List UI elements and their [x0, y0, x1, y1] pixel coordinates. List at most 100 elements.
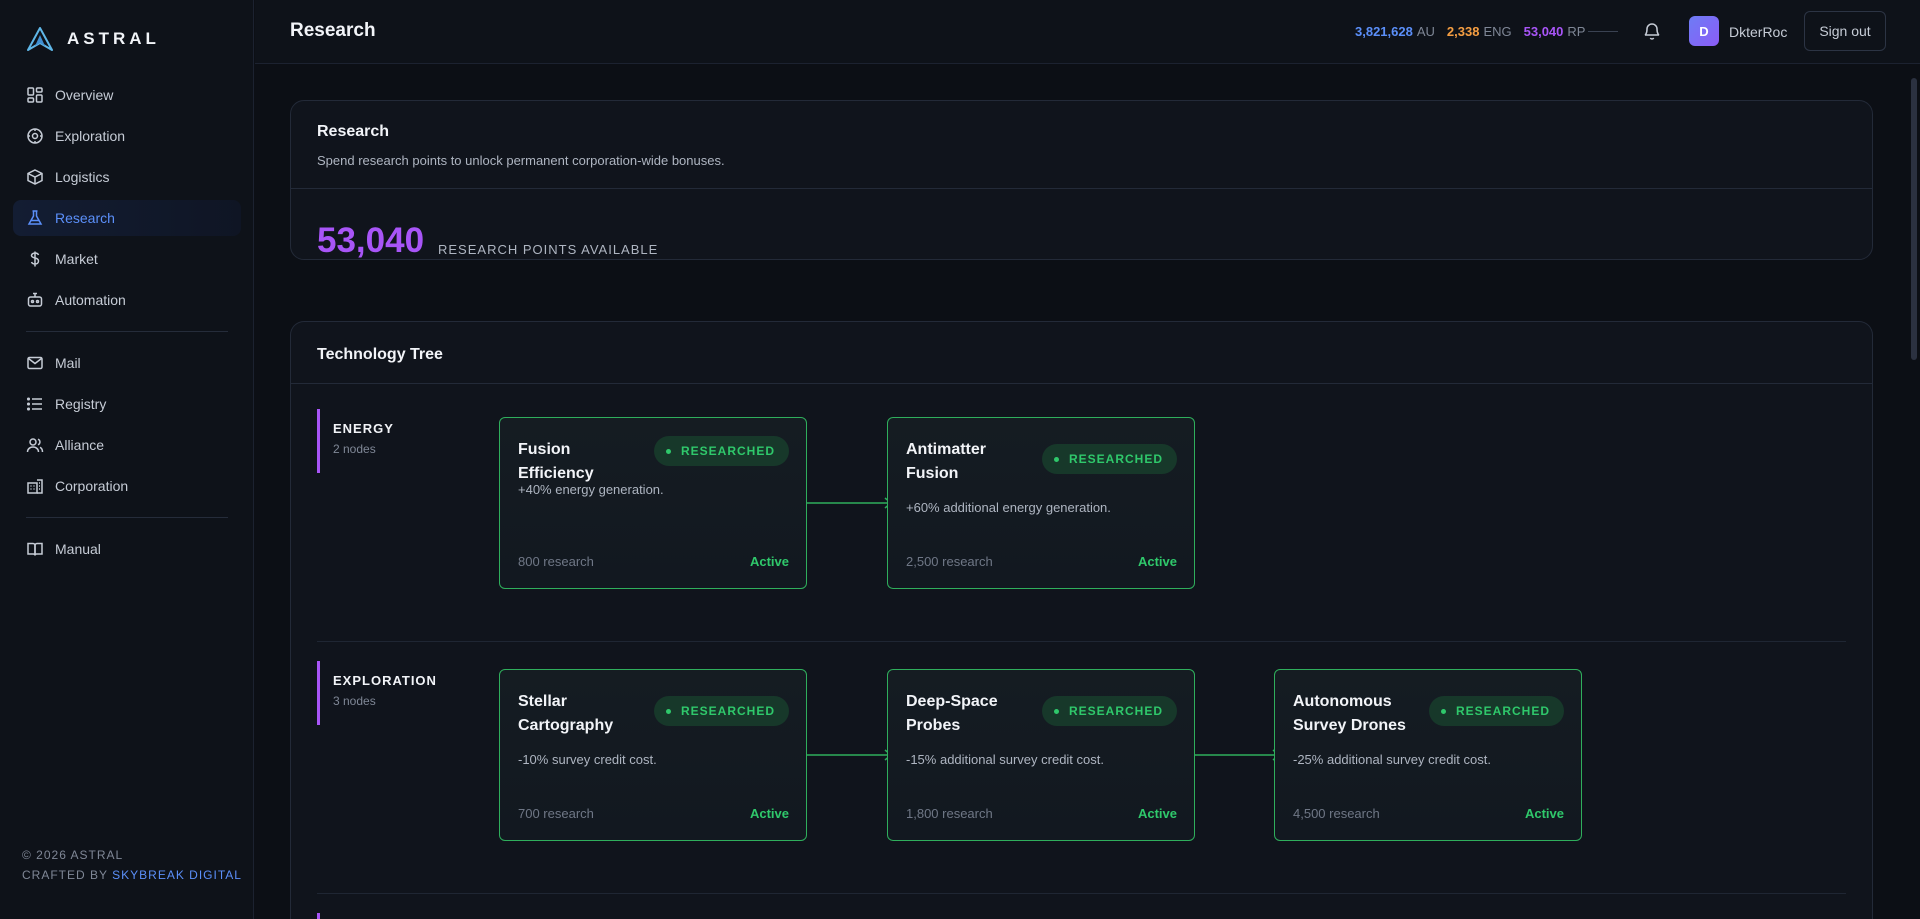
tech-node-status: Active [1137, 806, 1177, 821]
main-content: Research Spend research points to unlock… [255, 65, 1908, 919]
research-card-subtitle: Spend research points to unlock permanen… [317, 153, 725, 168]
resource-au-value: 3,821,628 [1355, 24, 1413, 39]
sidebar-item-research[interactable]: Research [13, 200, 241, 236]
tech-connector-arrow [1195, 749, 1281, 761]
resource-rp: 53,040 RP [1524, 24, 1586, 39]
branch-energy: ENERGY 2 nodes Fusion Efficiency RESEARC… [317, 409, 1848, 641]
dollar-icon [30, 251, 40, 267]
status-badge: RESEARCHED [1428, 696, 1564, 726]
tech-node-stellar-cartography[interactable]: Stellar Cartography RESEARCHED -10% surv… [499, 669, 807, 841]
sidebar-item-label: Corporation [55, 478, 129, 494]
header-divider [1588, 31, 1618, 32]
sidebar-item-label: Mail [55, 355, 81, 371]
avatar[interactable]: D [1689, 16, 1719, 46]
tech-node-description: -10% survey credit cost. [518, 752, 657, 767]
tech-node-fusion-efficiency[interactable]: Fusion Efficiency RESEARCHED +40% energy… [499, 417, 807, 589]
branch-accent-bar [317, 913, 320, 919]
sidebar-item-automation[interactable]: Automation [13, 282, 241, 318]
tech-node-cost: 1,800 research [906, 806, 993, 821]
tech-node-cost: 4,500 research [1293, 806, 1380, 821]
sidebar: ASTRAL Overview Exploration Logistics Re… [0, 0, 254, 919]
sidebar-item-manual[interactable]: Manual [13, 531, 241, 567]
resource-counters: 3,821,628 AU 2,338 ENG 53,040 RP [1355, 24, 1591, 39]
status-dot-icon [1440, 708, 1446, 714]
tech-node-description: +60% additional energy generation. [906, 500, 1111, 515]
sidebar-item-label: Exploration [55, 128, 126, 144]
branch-name: ENERGY [333, 421, 394, 436]
brand-name: ASTRAL [67, 29, 160, 48]
technology-tree-card: Technology Tree ENERGY 2 nodes Fusion Ef… [290, 321, 1873, 919]
tech-node-name: Autonomous Survey Drones [1293, 693, 1406, 734]
sidebar-divider [26, 517, 228, 518]
branch-exploration: EXPLORATION 3 nodes Stellar Cartography … [317, 661, 1848, 893]
tech-node-autonomous-survey-drones[interactable]: Autonomous Survey Drones RESEARCHED -25%… [1274, 669, 1582, 841]
list-icon [26, 397, 42, 411]
sidebar-item-corporation[interactable]: Corporation [13, 468, 241, 504]
status-dot-icon [665, 448, 671, 454]
sidebar-item-alliance[interactable]: Alliance [13, 427, 241, 463]
tech-node-description: -25% additional survey credit cost. [1293, 752, 1491, 767]
sidebar-item-label: Registry [55, 396, 107, 412]
tech-node-name: Stellar Cartography [518, 693, 614, 734]
sidebar-divider [26, 331, 228, 332]
top-bar: Research 3,821,628 AU 2,338 ENG 53,040 R… [255, 0, 1920, 64]
studio-link[interactable]: SKYBREAK DIGITAL [112, 868, 242, 882]
astral-logo-icon [27, 27, 53, 51]
research-points-label: RESEARCH POINTS AVAILABLE [438, 242, 659, 257]
status-badge: RESEARCHED [653, 436, 789, 466]
tech-node-cost: 2,500 research [906, 554, 993, 569]
sidebar-item-label: Overview [55, 87, 114, 103]
tech-node-cost: 700 research [518, 806, 594, 821]
status-badge-label: RESEARCHED [1068, 704, 1163, 718]
credits-prefix: CRAFTED BY [22, 868, 108, 882]
sidebar-item-logistics[interactable]: Logistics [13, 159, 241, 195]
sidebar-item-market[interactable]: Market [13, 241, 241, 277]
tech-node-name: Antimatter Fusion [906, 441, 987, 482]
username[interactable]: DkterRoc [1729, 24, 1787, 40]
branch-divider [317, 893, 1846, 894]
tech-node-description: +40% energy generation. [518, 482, 664, 497]
resource-au-unit: AU [1416, 24, 1435, 39]
tech-connector-arrow [807, 497, 893, 509]
tech-node-cost: 800 research [518, 554, 594, 569]
compass-icon [27, 128, 43, 144]
resource-rp-unit: RP [1567, 24, 1586, 39]
tech-connector-arrow [807, 749, 893, 761]
scrollbar[interactable] [1908, 65, 1920, 919]
status-dot-icon [665, 708, 671, 714]
card-divider [291, 383, 1872, 384]
sidebar-item-mail[interactable]: Mail [13, 345, 241, 381]
scrollbar-thumb[interactable] [1911, 78, 1917, 360]
sidebar-item-label: Logistics [55, 169, 110, 185]
status-dot-icon [1053, 456, 1059, 462]
page-title: Research [290, 20, 376, 41]
building-icon [27, 479, 43, 494]
tech-node-name: Deep-Space Probes [906, 693, 998, 734]
tech-node-deep-space-probes[interactable]: Deep-Space Probes RESEARCHED -15% additi… [887, 669, 1195, 841]
copyright-text: © 2026 ASTRAL [22, 848, 124, 862]
status-badge: RESEARCHED [1041, 696, 1177, 726]
sidebar-item-label: Manual [55, 541, 101, 557]
branch-header: ENERGY 2 nodes [317, 409, 437, 473]
sidebar-item-label: Automation [55, 292, 126, 308]
resource-rp-value: 53,040 [1523, 24, 1564, 39]
sign-out-button[interactable]: Sign out [1804, 11, 1886, 51]
sidebar-item-registry[interactable]: Registry [13, 386, 241, 422]
bell-icon[interactable] [1642, 21, 1662, 41]
status-badge-label: RESEARCHED [1455, 704, 1550, 718]
tech-node-description: -15% additional survey credit cost. [906, 752, 1104, 767]
tech-node-antimatter-fusion[interactable]: Antimatter Fusion RESEARCHED +60% additi… [887, 417, 1195, 589]
research-summary-card: Research Spend research points to unlock… [290, 100, 1873, 260]
brand[interactable]: ASTRAL [27, 27, 160, 51]
tech-node-name: Fusion Efficiency [518, 441, 594, 482]
mail-icon [27, 356, 43, 370]
branch-divider [317, 641, 1846, 642]
sidebar-item-overview[interactable]: Overview [13, 77, 241, 113]
branch-node-count: 3 nodes [333, 694, 376, 708]
card-divider [291, 188, 1872, 189]
grid-icon [27, 87, 43, 103]
sidebar-footer: © 2026 ASTRAL CRAFTED BY SKYBREAK DIGITA… [22, 845, 242, 885]
sidebar-item-exploration[interactable]: Exploration [13, 118, 241, 154]
credits-text: CRAFTED BY SKYBREAK DIGITAL [22, 865, 242, 885]
tech-node-status: Active [1137, 554, 1177, 569]
